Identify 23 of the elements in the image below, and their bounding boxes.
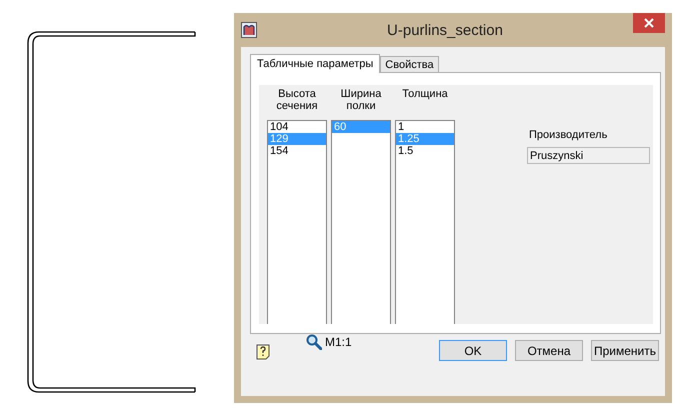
close-icon [644,18,654,28]
dialog-button[interactable]: Применить [591,340,659,361]
list-box[interactable]: 1 1.25 1.5 [395,120,455,324]
list-item[interactable]: 104 [268,121,326,133]
producer-label: Производитель [529,129,608,141]
search-icon[interactable] [306,334,322,350]
column-header: Толщина [401,88,449,102]
close-button[interactable] [633,13,665,33]
help-icon[interactable] [256,344,270,360]
list-item[interactable]: 154 [268,145,326,157]
window-title: U-purlins_section [386,22,504,38]
list-item[interactable]: 1 [396,121,454,133]
dialog-button[interactable]: OK [439,340,507,361]
column-header: Ширина полки [340,88,382,114]
producer-field: Pruszynski [527,147,650,164]
app-icon [241,22,257,38]
list-item[interactable]: 1.5 [396,145,454,157]
tab[interactable]: Свойства [380,56,439,72]
list-box[interactable]: 104 129 154 [267,120,327,324]
scale-label: M1:1 [325,335,352,349]
tab[interactable]: Табличные параметры [250,54,380,73]
dialog-button[interactable]: Отмена [515,340,583,361]
column-header: Высота сечения [275,88,319,114]
